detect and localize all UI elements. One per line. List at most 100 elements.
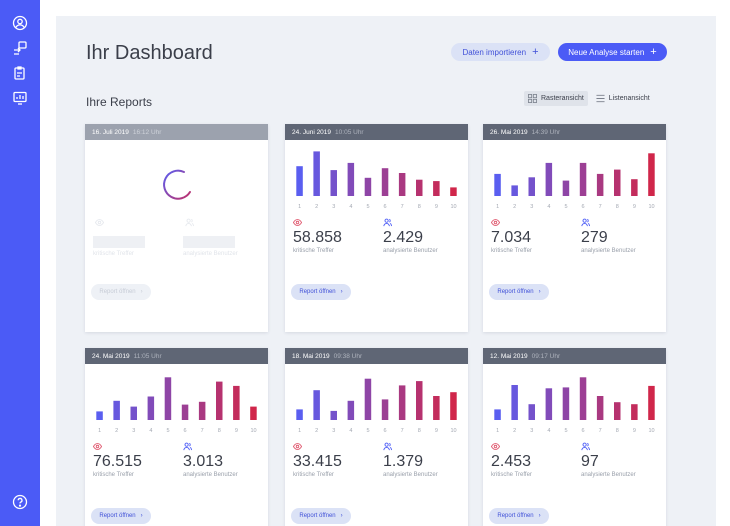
users-icon — [185, 218, 194, 227]
report-bar-chart: 1 2 3 4 5 6 7 8 9 10 — [296, 151, 457, 210]
stat-label-hits: kritische Treffer — [491, 472, 532, 478]
report-card-header: 24. Mai 2019 11:05 Uhr — [85, 348, 268, 364]
new-analysis-button[interactable]: Neue Analyse starten + — [558, 43, 667, 61]
report-card-header: 12. Mai 2019 09:17 Uhr — [483, 348, 666, 364]
report-stats: 58.858 kritische Treffer 2.429 analysier… — [293, 218, 463, 264]
chart-tick-label: 9 — [235, 428, 238, 434]
chart-bar — [181, 404, 189, 420]
chart-bar — [648, 385, 655, 420]
chart-bar — [494, 173, 501, 196]
open-report-button[interactable]: Report öffnen › — [291, 284, 351, 300]
open-report-button[interactable]: Report öffnen › — [291, 508, 351, 524]
eye-icon — [95, 219, 104, 226]
chart-bar — [216, 381, 223, 420]
chevron-right-icon: › — [538, 513, 541, 519]
chart-bar — [433, 181, 440, 196]
chart-bar — [147, 396, 155, 420]
chevron-right-icon: › — [538, 289, 541, 295]
users-icon — [183, 442, 192, 451]
eye-icon — [93, 443, 102, 450]
chart-tick-label: 3 — [132, 428, 135, 434]
grid-view-label: Rasteransicht — [541, 95, 584, 102]
chart-tick-label: 1 — [496, 204, 499, 210]
chart-tick-label: 10 — [648, 428, 654, 434]
report-bar-chart: 1 2 3 4 5 6 7 8 9 10 — [494, 153, 655, 210]
report-stats: 76.515 kritische Treffer 3.013 analysier… — [93, 442, 263, 488]
open-report-button[interactable]: Report öffnen › — [91, 284, 151, 300]
clipboard-icon[interactable] — [11, 64, 29, 82]
open-report-label: Report öffnen — [99, 513, 136, 519]
stat-hits-value: 7.034 — [491, 229, 532, 246]
report-icon[interactable] — [11, 89, 29, 107]
transfer-icon[interactable] — [11, 39, 29, 57]
open-report-label: Report öffnen — [497, 289, 534, 295]
chart-tick-label: 4 — [547, 204, 550, 210]
report-date: 12. Mai 2019 — [490, 352, 528, 360]
chart-tick-label: 7 — [201, 428, 204, 434]
stat-label-hits: kritische Treffer — [491, 248, 532, 254]
stat-users: 1.379 analysierte Benutzer — [383, 442, 438, 478]
report-time: 10:05 Uhr — [335, 128, 364, 136]
main-content: Ihr Dashboard Daten importieren + Neue A… — [56, 16, 716, 526]
chart-bar — [398, 173, 406, 196]
chart-bar — [381, 168, 389, 196]
user-circle-icon[interactable] — [11, 14, 29, 32]
import-data-button[interactable]: Daten importieren + — [451, 43, 550, 61]
chart-bar — [296, 409, 303, 420]
stat-label-users: analysierte Benutzer — [383, 472, 438, 478]
chart-tick-label: 4 — [349, 428, 352, 434]
chart-bar — [648, 153, 655, 196]
chart-bar — [450, 392, 457, 420]
stat-hits: 76.515 kritische Treffer — [93, 442, 142, 478]
new-analysis-label: Neue Analyse starten — [568, 47, 645, 57]
chart-bar — [398, 385, 406, 420]
stat-users: 97 analysierte Benutzer — [581, 442, 636, 478]
chart-tick-label: 6 — [581, 428, 584, 434]
chart-tick-label: 6 — [581, 204, 584, 210]
import-data-label: Daten importieren — [462, 47, 527, 57]
chart-tick-label: 7 — [401, 428, 404, 434]
stat-hits-value: 76.515 — [93, 453, 142, 470]
open-report-button[interactable]: Report öffnen › — [489, 284, 549, 300]
chart-bar — [313, 390, 320, 420]
stat-hits: 7.034 kritische Treffer — [491, 218, 532, 254]
chart-tick-label: 9 — [633, 204, 636, 210]
chart-bar — [313, 151, 320, 196]
report-stats: kritische Treffer analysierte Benutzer — [93, 218, 263, 264]
chart-bar — [130, 406, 137, 420]
grid-icon — [528, 94, 537, 103]
help-icon[interactable] — [11, 493, 29, 511]
report-time: 14:39 Uhr — [531, 128, 561, 136]
chart-tick-label: 9 — [435, 428, 438, 434]
eye-icon — [293, 443, 302, 450]
stat-label-hits: kritische Treffer — [93, 251, 134, 257]
chart-tick-label: 6 — [383, 428, 386, 434]
reports-heading: Ihre Reports — [86, 95, 153, 109]
chart-bar — [250, 406, 257, 420]
chart-tick-label: 8 — [616, 428, 619, 434]
chart-bar — [545, 162, 553, 196]
stat-hits-value: 58.858 — [293, 229, 342, 246]
report-card: 24. Mai 2019 11:05 Uhr 1 2 3 4 5 6 7 8 9 10 76.51… — [85, 348, 268, 526]
chart-tick-label: 10 — [250, 428, 256, 434]
chart-tick-label: 1 — [496, 428, 499, 434]
chart-bar — [364, 177, 372, 196]
grid-view-option[interactable]: Rasteransicht — [524, 91, 588, 106]
open-report-button[interactable]: Report öffnen › — [91, 508, 151, 524]
chart-bar — [511, 385, 518, 420]
chart-bar — [579, 377, 587, 420]
open-report-button[interactable]: Report öffnen › — [489, 508, 549, 524]
chart-bar — [347, 400, 355, 420]
users-icon — [581, 218, 590, 227]
stat-users-value: 3.013 — [183, 453, 224, 470]
report-card-header: 26. Mai 2019 14:39 Uhr — [483, 124, 666, 140]
chart-tick-label: 8 — [418, 204, 421, 210]
list-icon — [596, 94, 605, 103]
list-view-option[interactable]: Listenansicht — [592, 91, 654, 106]
report-date: 18. Mai 2019 — [292, 352, 330, 360]
chart-tick-label: 8 — [418, 428, 421, 434]
chart-bar — [330, 410, 337, 420]
stat-users: 3.013 analysierte Benutzer — [183, 442, 238, 478]
report-card: 26. Mai 2019 14:39 Uhr 1 2 3 4 5 6 7 8 9 10 7.034… — [483, 124, 666, 332]
stat-users: 279 analysierte Benutzer — [581, 218, 636, 254]
